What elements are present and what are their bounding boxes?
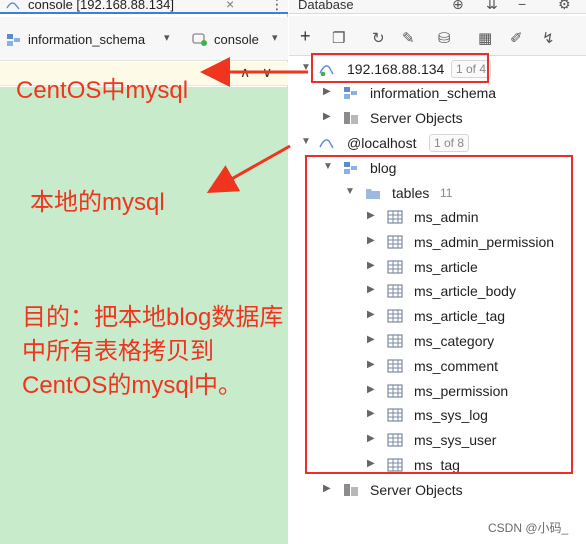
watermark: CSDN @小码_ — [488, 521, 569, 535]
local-arrow — [206, 144, 291, 193]
annotation-arrows — [200, 57, 308, 193]
